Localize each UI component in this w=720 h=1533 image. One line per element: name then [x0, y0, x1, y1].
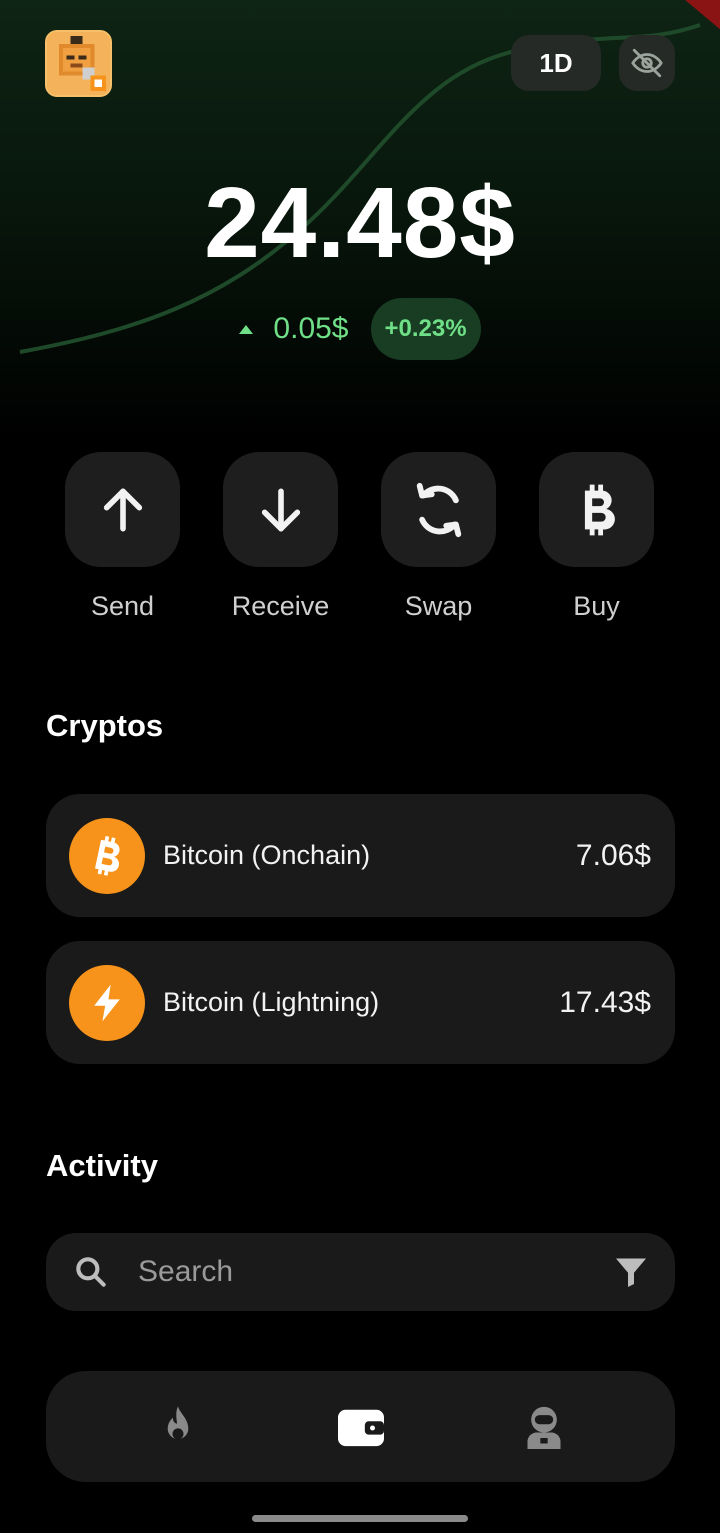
home-indicator[interactable] [252, 1515, 468, 1522]
pixel-mascot-avatar [47, 32, 110, 95]
bitcoin-icon [584, 484, 615, 535]
filter-icon[interactable] [613, 1254, 649, 1290]
total-balance: 24.48$ [204, 167, 516, 279]
bottom-navigation [46, 1371, 675, 1482]
arrow-up-icon [103, 488, 142, 531]
swap-button[interactable]: Swap [381, 452, 496, 622]
period-label: 1D [539, 47, 573, 78]
nav-profile[interactable] [509, 1392, 579, 1462]
asset-name: Bitcoin (Onchain) [163, 840, 371, 870]
nav-wallet[interactable] [326, 1392, 396, 1462]
send-label: Send [90, 591, 155, 621]
asset-name: Bitcoin (Lightning) [163, 987, 380, 1017]
asset-value: 7.06$ [575, 838, 651, 872]
lightning-icon [69, 964, 145, 1041]
asset-row-bitcoin-onchain[interactable]: Bitcoin (Onchain) 7.06$ [46, 794, 675, 917]
quick-actions: Send Receive Swap Buy [65, 452, 654, 622]
triangle-up-icon [239, 324, 254, 334]
fire-icon [167, 1405, 188, 1439]
buy-button-circle[interactable] [539, 452, 654, 567]
change-amount-text: 0.05$ [273, 312, 349, 345]
eye-off-icon [631, 48, 663, 78]
balance-change-row: 0.05$ +0.23% [0, 298, 720, 360]
search-icon [76, 1257, 106, 1287]
buy-label: Buy [573, 591, 620, 621]
receive-button-circle[interactable] [223, 452, 338, 567]
asset-row-bitcoin-lightning[interactable]: Bitcoin (Lightning) 17.43$ [46, 941, 675, 1064]
swap-icon [416, 482, 461, 537]
swap-button-circle[interactable] [381, 452, 496, 567]
search-placeholder: Search [138, 1255, 234, 1288]
activity-search-input[interactable]: Search [46, 1233, 675, 1311]
receive-button[interactable]: Receive [223, 452, 338, 622]
asset-value: 17.43$ [559, 985, 651, 1019]
swap-label: Swap [404, 591, 473, 621]
send-button-circle[interactable] [65, 452, 180, 567]
wallet-icon [337, 1409, 384, 1446]
cryptos-title: Cryptos [46, 708, 164, 743]
arrow-down-icon [261, 488, 300, 531]
buy-button[interactable]: Buy [539, 452, 654, 622]
nav-fire[interactable] [143, 1392, 213, 1462]
activity-title: Activity [46, 1148, 158, 1183]
profile-avatar[interactable] [45, 30, 112, 97]
change-percent-badge: +0.23% [370, 298, 481, 360]
period-selector-button[interactable]: 1D [511, 35, 601, 91]
astronaut-icon [527, 1406, 560, 1449]
receive-label: Receive [231, 591, 330, 621]
bitcoin-icon [69, 817, 145, 894]
change-amount: 0.05$ [239, 312, 349, 346]
send-button[interactable]: Send [65, 452, 180, 622]
hide-balance-button[interactable] [619, 35, 675, 91]
